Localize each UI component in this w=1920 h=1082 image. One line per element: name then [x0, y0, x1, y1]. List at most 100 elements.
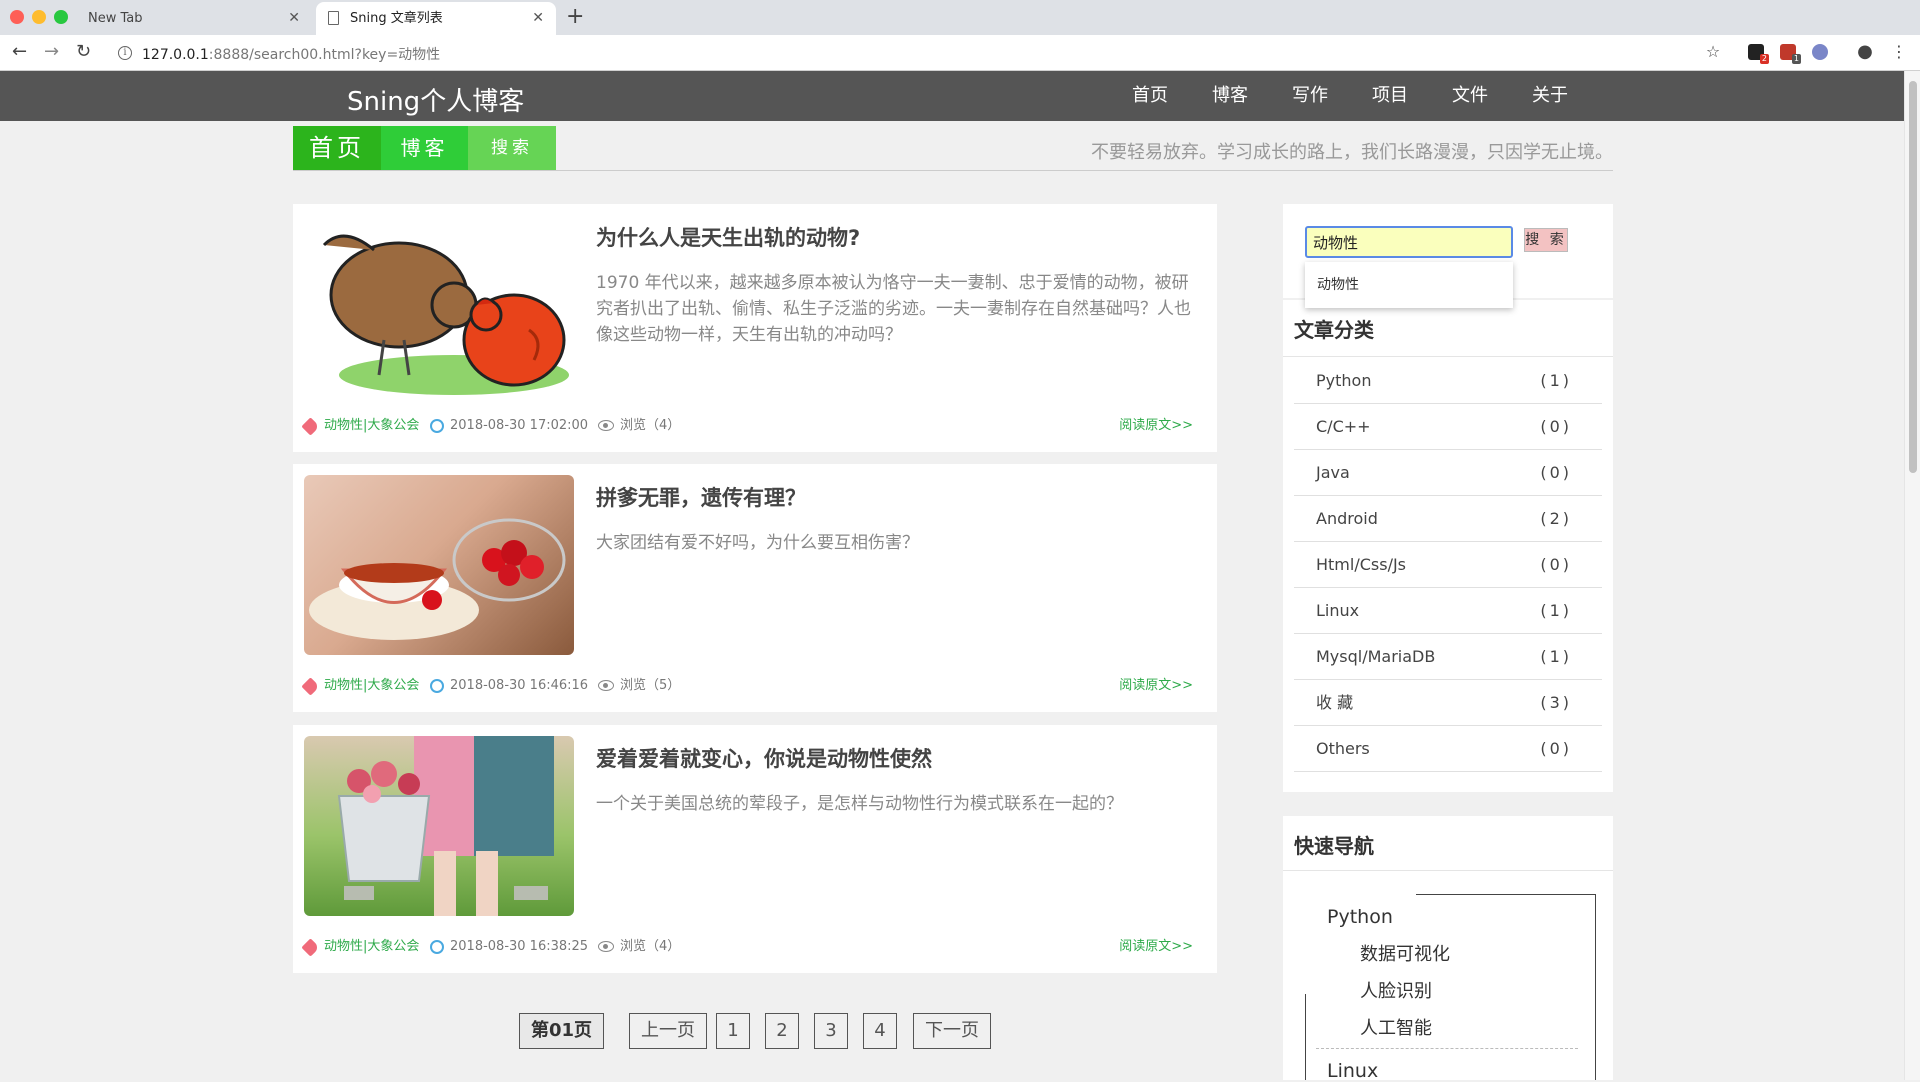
back-arrow-icon[interactable]: ← [12, 42, 27, 62]
clock-icon [430, 419, 444, 433]
divider [1283, 870, 1613, 871]
info-icon[interactable]: i [118, 46, 132, 60]
browser-tab-bar: New Tab ✕ Sning 文章列表 ✕ + [0, 0, 1920, 35]
category-count: (3) [1540, 693, 1572, 712]
quick-nav-item[interactable]: 数据可视化 [1360, 940, 1450, 966]
forward-arrow-icon[interactable]: → [44, 42, 59, 62]
category-name: Html/Css/Js [1316, 555, 1407, 574]
category-item[interactable]: Android (2) [1294, 496, 1602, 542]
clock-icon [430, 940, 444, 954]
eye-icon [598, 680, 614, 691]
pagination-current: 第01页 [519, 1013, 604, 1049]
category-name: Mysql/MariaDB [1316, 647, 1436, 666]
tag-icon [301, 938, 320, 957]
nav-home[interactable]: 首页 [1110, 71, 1190, 121]
article-thumbnail[interactable] [304, 215, 574, 395]
category-item[interactable]: 收 藏 (3) [1294, 680, 1602, 726]
reload-icon[interactable]: ↻ [76, 42, 91, 62]
profile-icon[interactable]: ● [1856, 43, 1874, 61]
search-button[interactable]: 搜 索 [1524, 228, 1568, 252]
category-item[interactable]: C/C++ (0) [1294, 404, 1602, 450]
subnav-blog[interactable]: 博客 [381, 126, 468, 170]
menu-kebab-icon[interactable]: ⋮ [1890, 43, 1908, 61]
tag-icon [301, 417, 320, 436]
new-tab-plus-icon[interactable]: + [566, 4, 584, 30]
article-date: 2018-08-30 17:02:00 [450, 418, 589, 433]
article-views: 浏览（4） [620, 939, 681, 954]
article-thumbnail[interactable] [304, 475, 574, 655]
article-tag[interactable]: 动物性|大象公会 [324, 937, 419, 957]
close-icon[interactable]: ✕ [288, 2, 300, 35]
category-name: Python [1316, 371, 1372, 390]
category-count: (0) [1540, 417, 1572, 436]
page-scrollbar[interactable] [1904, 71, 1920, 1080]
category-title: 文章分类 [1294, 318, 1374, 342]
maximize-window-button[interactable] [54, 10, 68, 24]
bookmark-star-icon[interactable]: ☆ [1704, 43, 1722, 61]
article-views: 浏览（5） [620, 678, 681, 693]
article-tag[interactable]: 动物性|大象公会 [324, 676, 419, 696]
site-logo[interactable]: Sning个人博客 [347, 81, 524, 118]
search-suggestion[interactable]: 动物性 [1305, 262, 1513, 308]
search-input[interactable] [1305, 226, 1513, 258]
article-meta: 动物性|大象公会 2018-08-30 16:38:25 浏览（4） 阅读原文>… [301, 937, 1204, 957]
extension-icon[interactable] [1812, 44, 1828, 60]
category-item[interactable]: Mysql/MariaDB (1) [1294, 634, 1602, 680]
nav-write[interactable]: 写作 [1270, 71, 1350, 121]
subnav-search[interactable]: 搜索 [468, 126, 556, 170]
category-name: Linux [1316, 601, 1360, 620]
category-count: (1) [1540, 647, 1572, 666]
read-more-link[interactable]: 阅读原文>> [1119, 937, 1193, 957]
read-more-link[interactable]: 阅读原文>> [1119, 676, 1193, 696]
quick-nav-item[interactable]: 人脸识别 [1360, 977, 1432, 1003]
tab-new-tab[interactable]: New Tab ✕ [72, 2, 312, 35]
article-title[interactable]: 爱着爱着就变心，你说是动物性使然 [596, 743, 932, 773]
read-more-link[interactable]: 阅读原文>> [1119, 416, 1193, 436]
extension-icon[interactable]: 1 [1780, 44, 1801, 64]
girl-flower-basket-photo [337, 736, 554, 916]
category-item[interactable]: Others (0) [1294, 726, 1602, 772]
close-window-button[interactable] [10, 10, 24, 24]
eye-icon [598, 420, 614, 431]
extension-icon[interactable]: 2 [1748, 44, 1769, 64]
hens-illustration [322, 234, 569, 395]
nav-about[interactable]: 关于 [1510, 71, 1590, 121]
article-tag[interactable]: 动物性|大象公会 [324, 416, 419, 436]
article-thumbnail[interactable] [304, 736, 574, 916]
category-item[interactable]: Html/Css/Js (0) [1294, 542, 1602, 588]
nav-files[interactable]: 文件 [1430, 71, 1510, 121]
pagination-next[interactable]: 下一页 [913, 1013, 991, 1049]
article-date: 2018-08-30 16:46:16 [450, 678, 589, 693]
extension-badge: 1 [1791, 54, 1801, 64]
divider [1316, 1048, 1578, 1049]
close-icon[interactable]: ✕ [532, 2, 544, 35]
quick-nav-item[interactable]: 人工智能 [1360, 1014, 1432, 1040]
minimize-window-button[interactable] [32, 10, 46, 24]
nav-blog[interactable]: 博客 [1190, 71, 1270, 121]
scrollbar-thumb[interactable] [1909, 81, 1917, 473]
eye-icon [598, 941, 614, 952]
category-item[interactable]: Linux (1) [1294, 588, 1602, 634]
tab-article-list[interactable]: Sning 文章列表 ✕ [316, 2, 556, 35]
pagination-page-1[interactable]: 1 [716, 1013, 750, 1049]
article-title[interactable]: 拼爹无罪，遗传有理？ [596, 482, 806, 512]
category-item[interactable]: Python (1) [1294, 358, 1602, 404]
article-card: 爱着爱着就变心，你说是动物性使然 一个关于美国总统的荤段子，是怎样与动物性行为模… [293, 725, 1217, 973]
address-bar[interactable]: 127.0.0.1:8888/search00.html?key=动物性 [142, 44, 440, 64]
article-card: 为什么人是天生出轨的动物? 1970 年代以来，越来越多原本被认为恪守一夫一妻制… [293, 204, 1217, 452]
article-summary: 1970 年代以来，越来越多原本被认为恪守一夫一妻制、忠于爱情的动物，被研究者扒… [596, 273, 1191, 345]
sub-nav: 首页 博客 搜索 不要轻易放弃。学习成长的路上，我们长路漫漫，只因学无止境。 [293, 126, 1613, 171]
category-item[interactable]: Java (0) [1294, 450, 1602, 496]
quick-nav-group-linux[interactable]: Linux [1327, 1060, 1378, 1082]
article-title[interactable]: 为什么人是天生出轨的动物? [596, 222, 860, 252]
quick-nav-title: 快速导航 [1294, 834, 1374, 858]
subnav-home[interactable]: 首页 [293, 126, 381, 170]
pagination-prev[interactable]: 上一页 [629, 1013, 707, 1049]
pagination-page-3[interactable]: 3 [814, 1013, 848, 1049]
pagination-page-4[interactable]: 4 [863, 1013, 897, 1049]
category-count: (1) [1540, 601, 1572, 620]
quick-nav-group-python[interactable]: Python [1327, 906, 1393, 928]
article-date: 2018-08-30 16:38:25 [450, 939, 589, 954]
nav-projects[interactable]: 项目 [1350, 71, 1430, 121]
pagination-page-2[interactable]: 2 [765, 1013, 799, 1049]
